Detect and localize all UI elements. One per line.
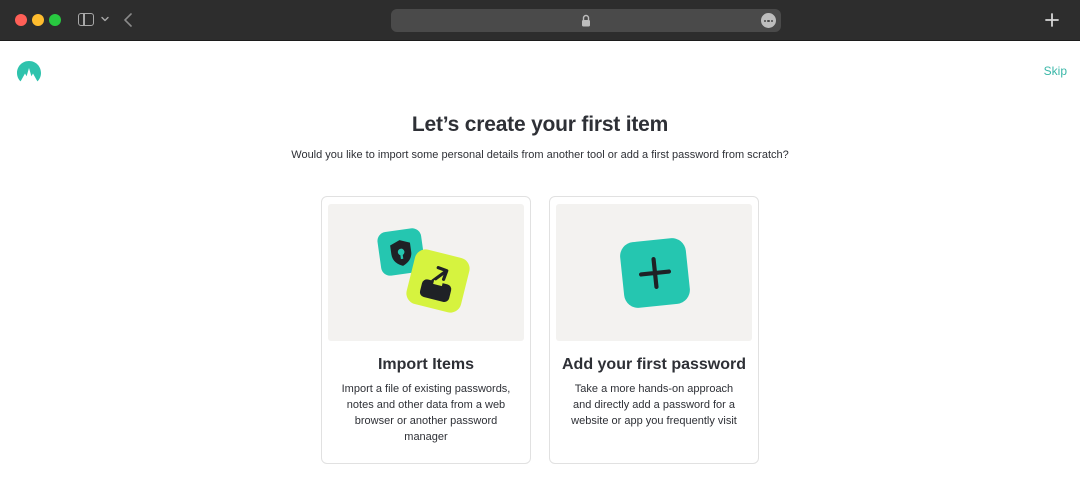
import-illustration-icon: [377, 228, 470, 313]
window-close-button[interactable]: [15, 14, 27, 26]
card-description: Import a file of existing passwords, not…: [341, 383, 511, 443]
address-bar[interactable]: [391, 9, 781, 32]
new-tab-icon[interactable]: [1044, 12, 1060, 28]
add-first-password-card[interactable]: Add your first password Take a more hand…: [549, 196, 759, 464]
back-arrow-icon[interactable]: [121, 11, 135, 29]
page-title: Let’s create your first item: [411, 113, 669, 136]
more-icon[interactable]: [761, 13, 776, 28]
add-password-illustration: [556, 204, 752, 341]
window-maximize-button[interactable]: [49, 14, 61, 26]
page-subtitle: Would you like to import some personal d…: [291, 149, 789, 161]
import-illustration: [328, 204, 524, 341]
add-password-plus-icon: [620, 238, 690, 308]
import-items-card[interactable]: Import Items Import a file of existing p…: [321, 196, 531, 464]
lock-icon: [582, 14, 590, 27]
skip-link[interactable]: Skip: [1044, 64, 1067, 78]
card-title: Import Items: [377, 356, 474, 373]
card-description: Take a more hands-on approach and direct…: [571, 383, 737, 427]
card-title: Add your first password: [561, 356, 747, 373]
chevron-down-icon[interactable]: [100, 14, 110, 24]
browser-toolbar: [0, 0, 1080, 41]
nordpass-logo-icon[interactable]: [16, 60, 42, 82]
sidebar-toggle-icon[interactable]: [78, 13, 94, 26]
window-minimize-button[interactable]: [32, 14, 44, 26]
